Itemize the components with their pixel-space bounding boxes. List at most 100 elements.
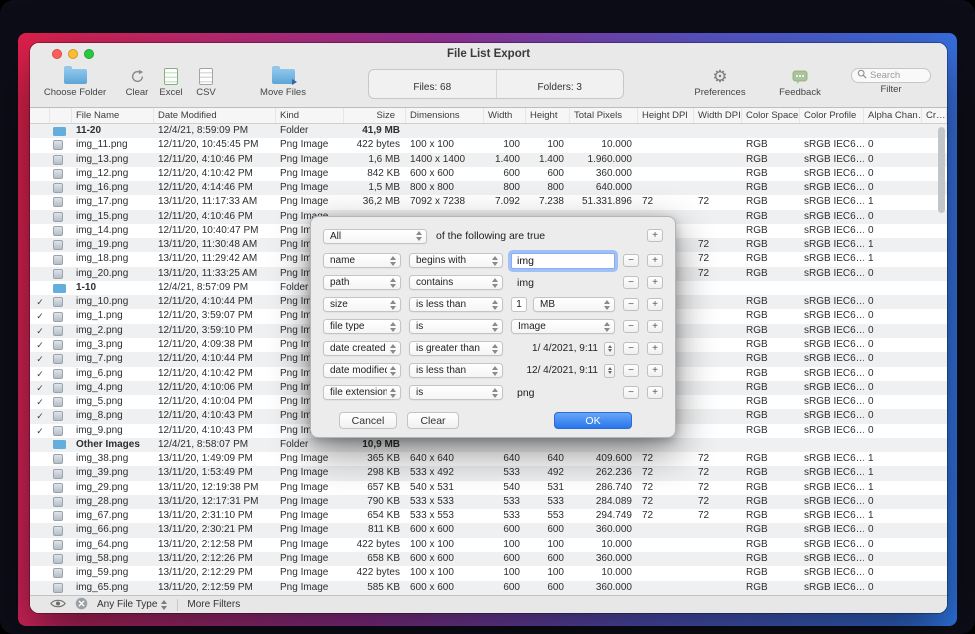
row-checkmark[interactable]: ✓ [30,424,50,438]
row-checkmark[interactable]: ✓ [30,395,50,409]
folder-icon [53,127,66,136]
rule-field-popup[interactable]: date modified [323,363,401,378]
column-header-alpha-chan[interactable]: Alpha Chan… [864,108,922,123]
add-rule-button[interactable]: + [647,386,663,399]
rule-operator-popup[interactable]: is less than [409,297,503,312]
vertical-scrollbar[interactable] [937,125,946,594]
remove-rule-button[interactable]: − [623,364,639,377]
rule-operator-popup[interactable]: contains [409,275,503,290]
dialog-clear-button[interactable]: Clear [407,412,459,429]
column-header-total-pixels[interactable]: Total Pixels [570,108,638,123]
row-checkmark[interactable]: ✓ [30,338,50,352]
column-header-color-profile[interactable]: Color Profile [800,108,864,123]
table-row[interactable]: img_17.png 13/11/20, 11:17:33 AM Png Ima… [30,195,947,209]
table-row[interactable]: img_29.png 13/11/20, 12:19:38 PM Png Ima… [30,481,947,495]
cancel-button[interactable]: Cancel [339,412,397,429]
add-rule-button[interactable]: + [647,254,663,267]
add-rule-button[interactable]: + [647,364,663,377]
remove-rule-button[interactable]: − [623,276,639,289]
column-header-kind[interactable]: Kind [276,108,344,123]
more-filters-button[interactable]: More Filters [187,599,240,610]
row-checkmark[interactable]: ✓ [30,324,50,338]
remove-rule-button[interactable]: − [623,342,639,355]
table-row[interactable]: img_38.png 13/11/20, 1:49:09 PM Png Imag… [30,452,947,466]
rule-operator-popup[interactable]: begins with [409,253,503,268]
rule-field-popup[interactable]: size [323,297,401,312]
column-header-color-space[interactable]: Color Space [742,108,800,123]
remove-rule-button[interactable]: − [623,298,639,311]
rule-operator-popup[interactable]: is greater than [409,341,503,356]
rule-value-number[interactable]: 1 [511,297,527,312]
rule-unit-popup[interactable]: MB [533,297,615,312]
column-header-height-dpi[interactable]: Height DPI [638,108,694,123]
rule-value-input[interactable]: img [511,253,615,269]
column-header-size[interactable]: Size [344,108,406,123]
table-row[interactable]: img_66.png 13/11/20, 2:30:21 PM Png Imag… [30,523,947,537]
column-header-height[interactable]: Height [526,108,570,123]
ok-button[interactable]: OK [554,412,632,429]
scrollbar-thumb[interactable] [938,127,945,213]
table-row[interactable]: img_64.png 13/11/20, 2:12:58 PM Png Imag… [30,538,947,552]
table-row[interactable]: img_28.png 13/11/20, 12:17:31 PM Png Ima… [30,495,947,509]
table-row[interactable]: img_59.png 13/11/20, 2:12:29 PM Png Imag… [30,566,947,580]
zoom-window-button[interactable] [84,49,94,59]
add-rule-button[interactable]: + [647,320,663,333]
row-checkmark[interactable]: ✓ [30,367,50,381]
column-header-file-name[interactable]: File Name [72,108,154,123]
add-rule-button[interactable]: + [647,342,663,355]
table-row[interactable]: img_13.png 12/11/20, 4:10:46 PM Png Imag… [30,153,947,167]
rule-value-text[interactable]: img [511,277,534,289]
date-stepper[interactable] [604,364,615,378]
rule-field-popup[interactable]: name [323,253,401,268]
rule-operator-popup[interactable]: is less than [409,363,503,378]
add-rule-button[interactable]: + [647,276,663,289]
table-row[interactable]: img_39.png 13/11/20, 1:53:49 PM Png Imag… [30,466,947,480]
clear-filter-icon[interactable] [75,597,88,613]
column-header-cr[interactable]: Cr… [922,108,947,123]
rule-value-date[interactable]: 1/ 4/2021, 9:11 [532,343,598,354]
feedback-button[interactable]: Feedback [765,67,835,98]
table-row[interactable]: img_65.png 13/11/20, 2:12:59 PM Png Imag… [30,581,947,595]
row-checkmark[interactable]: ✓ [30,295,50,309]
add-rule-button[interactable]: + [647,298,663,311]
preferences-button[interactable]: ⚙ Preferences [685,67,755,98]
close-window-button[interactable] [52,49,62,59]
minimize-window-button[interactable] [68,49,78,59]
table-row[interactable]: img_12.png 12/11/20, 4:10:42 PM Png Imag… [30,167,947,181]
move-files-button[interactable]: Move Files [248,67,318,98]
rule-operator-popup[interactable]: is [409,319,503,334]
rule-field-popup[interactable]: path [323,275,401,290]
row-checkmark[interactable]: ✓ [30,381,50,395]
column-header-dimensions[interactable]: Dimensions [406,108,484,123]
table-row[interactable]: img_58.png 13/11/20, 2:12:26 PM Png Imag… [30,552,947,566]
remove-rule-button[interactable]: − [623,254,639,267]
row-checkmark[interactable]: ✓ [30,309,50,323]
file-type-filter-popup[interactable]: Any File Type [97,599,168,610]
rule-field-popup[interactable]: date created [323,341,401,356]
csv-export-button[interactable]: CSV [176,67,236,98]
rule-operator-popup[interactable]: is [409,385,503,400]
rule-value-popup[interactable]: Image [511,319,615,334]
date-stepper[interactable] [604,342,615,356]
rule-value-text[interactable]: png [511,387,535,399]
table-row[interactable]: Other Images 12/4/21, 8:58:07 PM Folder … [30,438,947,452]
column-header-width-dpi[interactable]: Width DPI [694,108,742,123]
remove-rule-button[interactable]: − [623,320,639,333]
match-popup[interactable]: All [323,229,427,244]
rule-field-popup[interactable]: file extension [323,385,401,400]
search-input[interactable]: Search [851,68,931,83]
column-header-width[interactable]: Width [484,108,526,123]
rule-value-date[interactable]: 12/ 4/2021, 9:11 [526,365,598,376]
eye-icon[interactable] [50,598,66,612]
choose-folder-button[interactable]: Choose Folder [40,67,110,98]
column-header-date-modified[interactable]: Date Modified [154,108,276,123]
table-row[interactable]: img_11.png 12/11/20, 10:45:45 PM Png Ima… [30,138,947,152]
table-row[interactable]: img_16.png 12/11/20, 4:14:46 PM Png Imag… [30,181,947,195]
row-checkmark[interactable]: ✓ [30,352,50,366]
add-rule-button[interactable]: + [647,229,663,242]
row-checkmark[interactable]: ✓ [30,409,50,423]
table-row[interactable]: 11-20 12/4/21, 8:59:09 PM Folder 41,9 MB [30,124,947,138]
table-row[interactable]: img_67.png 13/11/20, 2:31:10 PM Png Imag… [30,509,947,523]
remove-rule-button[interactable]: − [623,386,639,399]
rule-field-popup[interactable]: file type [323,319,401,334]
